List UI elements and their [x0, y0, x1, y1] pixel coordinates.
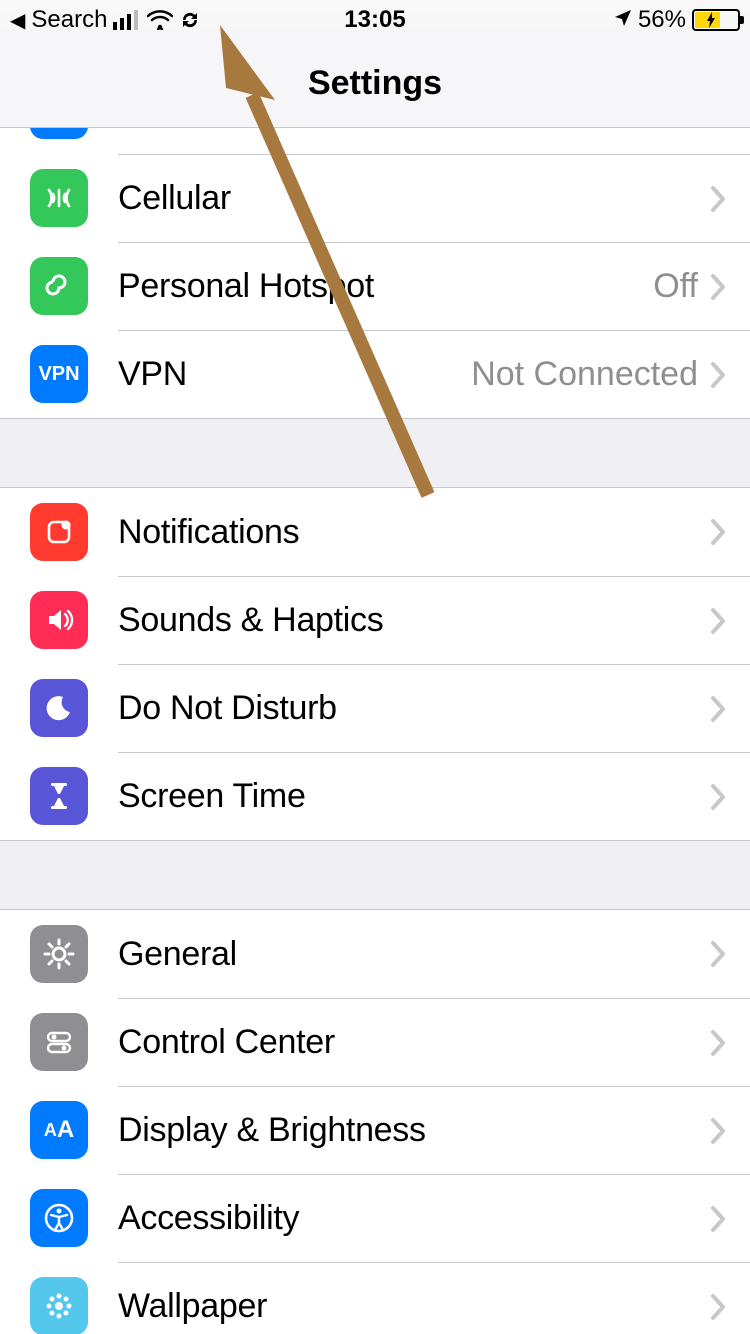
chevron-right-icon	[710, 783, 726, 811]
row-value: Off	[653, 267, 698, 306]
controlcenter-icon	[30, 1013, 88, 1071]
row-label: Control Center	[118, 1023, 710, 1062]
battery-icon	[692, 9, 740, 31]
location-icon	[614, 6, 632, 34]
screentime-icon	[30, 767, 88, 825]
status-bar: ◀ Search 13:05 56%	[0, 0, 750, 40]
hotspot-icon	[30, 257, 88, 315]
chevron-right-icon	[710, 1029, 726, 1057]
chevron-right-icon	[710, 1117, 726, 1145]
row-label: Wallpaper	[118, 1287, 710, 1326]
chevron-right-icon	[710, 607, 726, 635]
row-screentime[interactable]: Screen Time	[0, 752, 750, 840]
dnd-icon	[30, 679, 88, 737]
row-value: On	[653, 128, 698, 130]
group-spacer	[0, 840, 750, 910]
chevron-right-icon	[710, 1205, 726, 1233]
chevron-right-icon	[710, 940, 726, 968]
chevron-right-icon	[710, 518, 726, 546]
row-controlcenter[interactable]: Control Center	[0, 998, 750, 1086]
row-label: Accessibility	[118, 1199, 710, 1238]
back-chevron-icon[interactable]: ◀	[10, 8, 25, 33]
sounds-icon	[30, 591, 88, 649]
row-label: General	[118, 935, 710, 974]
row-general[interactable]: General	[0, 910, 750, 998]
chevron-right-icon	[710, 185, 726, 213]
row-dnd[interactable]: Do Not Disturb	[0, 664, 750, 752]
group-general: General Control Center AA Display & Brig…	[0, 910, 750, 1334]
row-label: Cellular	[118, 179, 698, 218]
sync-icon	[179, 9, 201, 31]
notifications-icon	[30, 503, 88, 561]
row-display[interactable]: AA Display & Brightness	[0, 1086, 750, 1174]
status-left: ◀ Search	[10, 6, 201, 34]
row-label: VPN	[118, 355, 471, 394]
general-icon	[30, 925, 88, 983]
row-label: Sounds & Haptics	[118, 601, 710, 640]
bluetooth-icon	[30, 128, 88, 139]
row-label: Display & Brightness	[118, 1111, 710, 1150]
row-label: Notifications	[118, 513, 710, 552]
vpn-icon: VPN	[30, 345, 88, 403]
row-value: Not Connected	[471, 355, 698, 394]
row-label: Do Not Disturb	[118, 689, 710, 728]
display-icon: AA	[30, 1101, 88, 1159]
cellular-icon	[30, 169, 88, 227]
page-title: Settings	[308, 64, 442, 103]
row-notifications[interactable]: Notifications	[0, 488, 750, 576]
battery-percent-label: 56%	[638, 6, 686, 34]
accessibility-icon	[30, 1189, 88, 1247]
row-label: Personal Hotspot	[118, 267, 653, 306]
wallpaper-icon	[30, 1277, 88, 1334]
group-spacer	[0, 418, 750, 488]
group-connectivity: Bluetooth On Cellular	[0, 128, 750, 418]
battery-fill	[695, 12, 720, 28]
chevron-right-icon	[710, 1293, 726, 1321]
group-notifications: Notifications Sounds & Haptics Do	[0, 488, 750, 840]
settings-content[interactable]: Bluetooth On Cellular	[0, 128, 750, 1334]
chevron-right-icon	[710, 273, 726, 301]
wifi-icon	[147, 10, 173, 30]
row-label: Screen Time	[118, 777, 710, 816]
row-label: Bluetooth	[118, 128, 653, 130]
row-bluetooth[interactable]: Bluetooth On	[0, 128, 750, 154]
cellular-signal-icon	[113, 10, 141, 30]
row-cellular[interactable]: Cellular	[0, 154, 750, 242]
chevron-right-icon	[710, 361, 726, 389]
row-vpn[interactable]: VPN VPN Not Connected	[0, 330, 750, 418]
status-time: 13:05	[344, 6, 405, 34]
chevron-right-icon	[710, 695, 726, 723]
back-label[interactable]: Search	[31, 6, 107, 34]
row-wallpaper[interactable]: Wallpaper	[0, 1262, 750, 1334]
status-right: 56%	[614, 6, 740, 34]
row-sounds[interactable]: Sounds & Haptics	[0, 576, 750, 664]
nav-bar: Settings	[0, 40, 750, 128]
row-accessibility[interactable]: Accessibility	[0, 1174, 750, 1262]
charging-bolt-icon	[705, 12, 717, 28]
row-hotspot[interactable]: Personal Hotspot Off	[0, 242, 750, 330]
